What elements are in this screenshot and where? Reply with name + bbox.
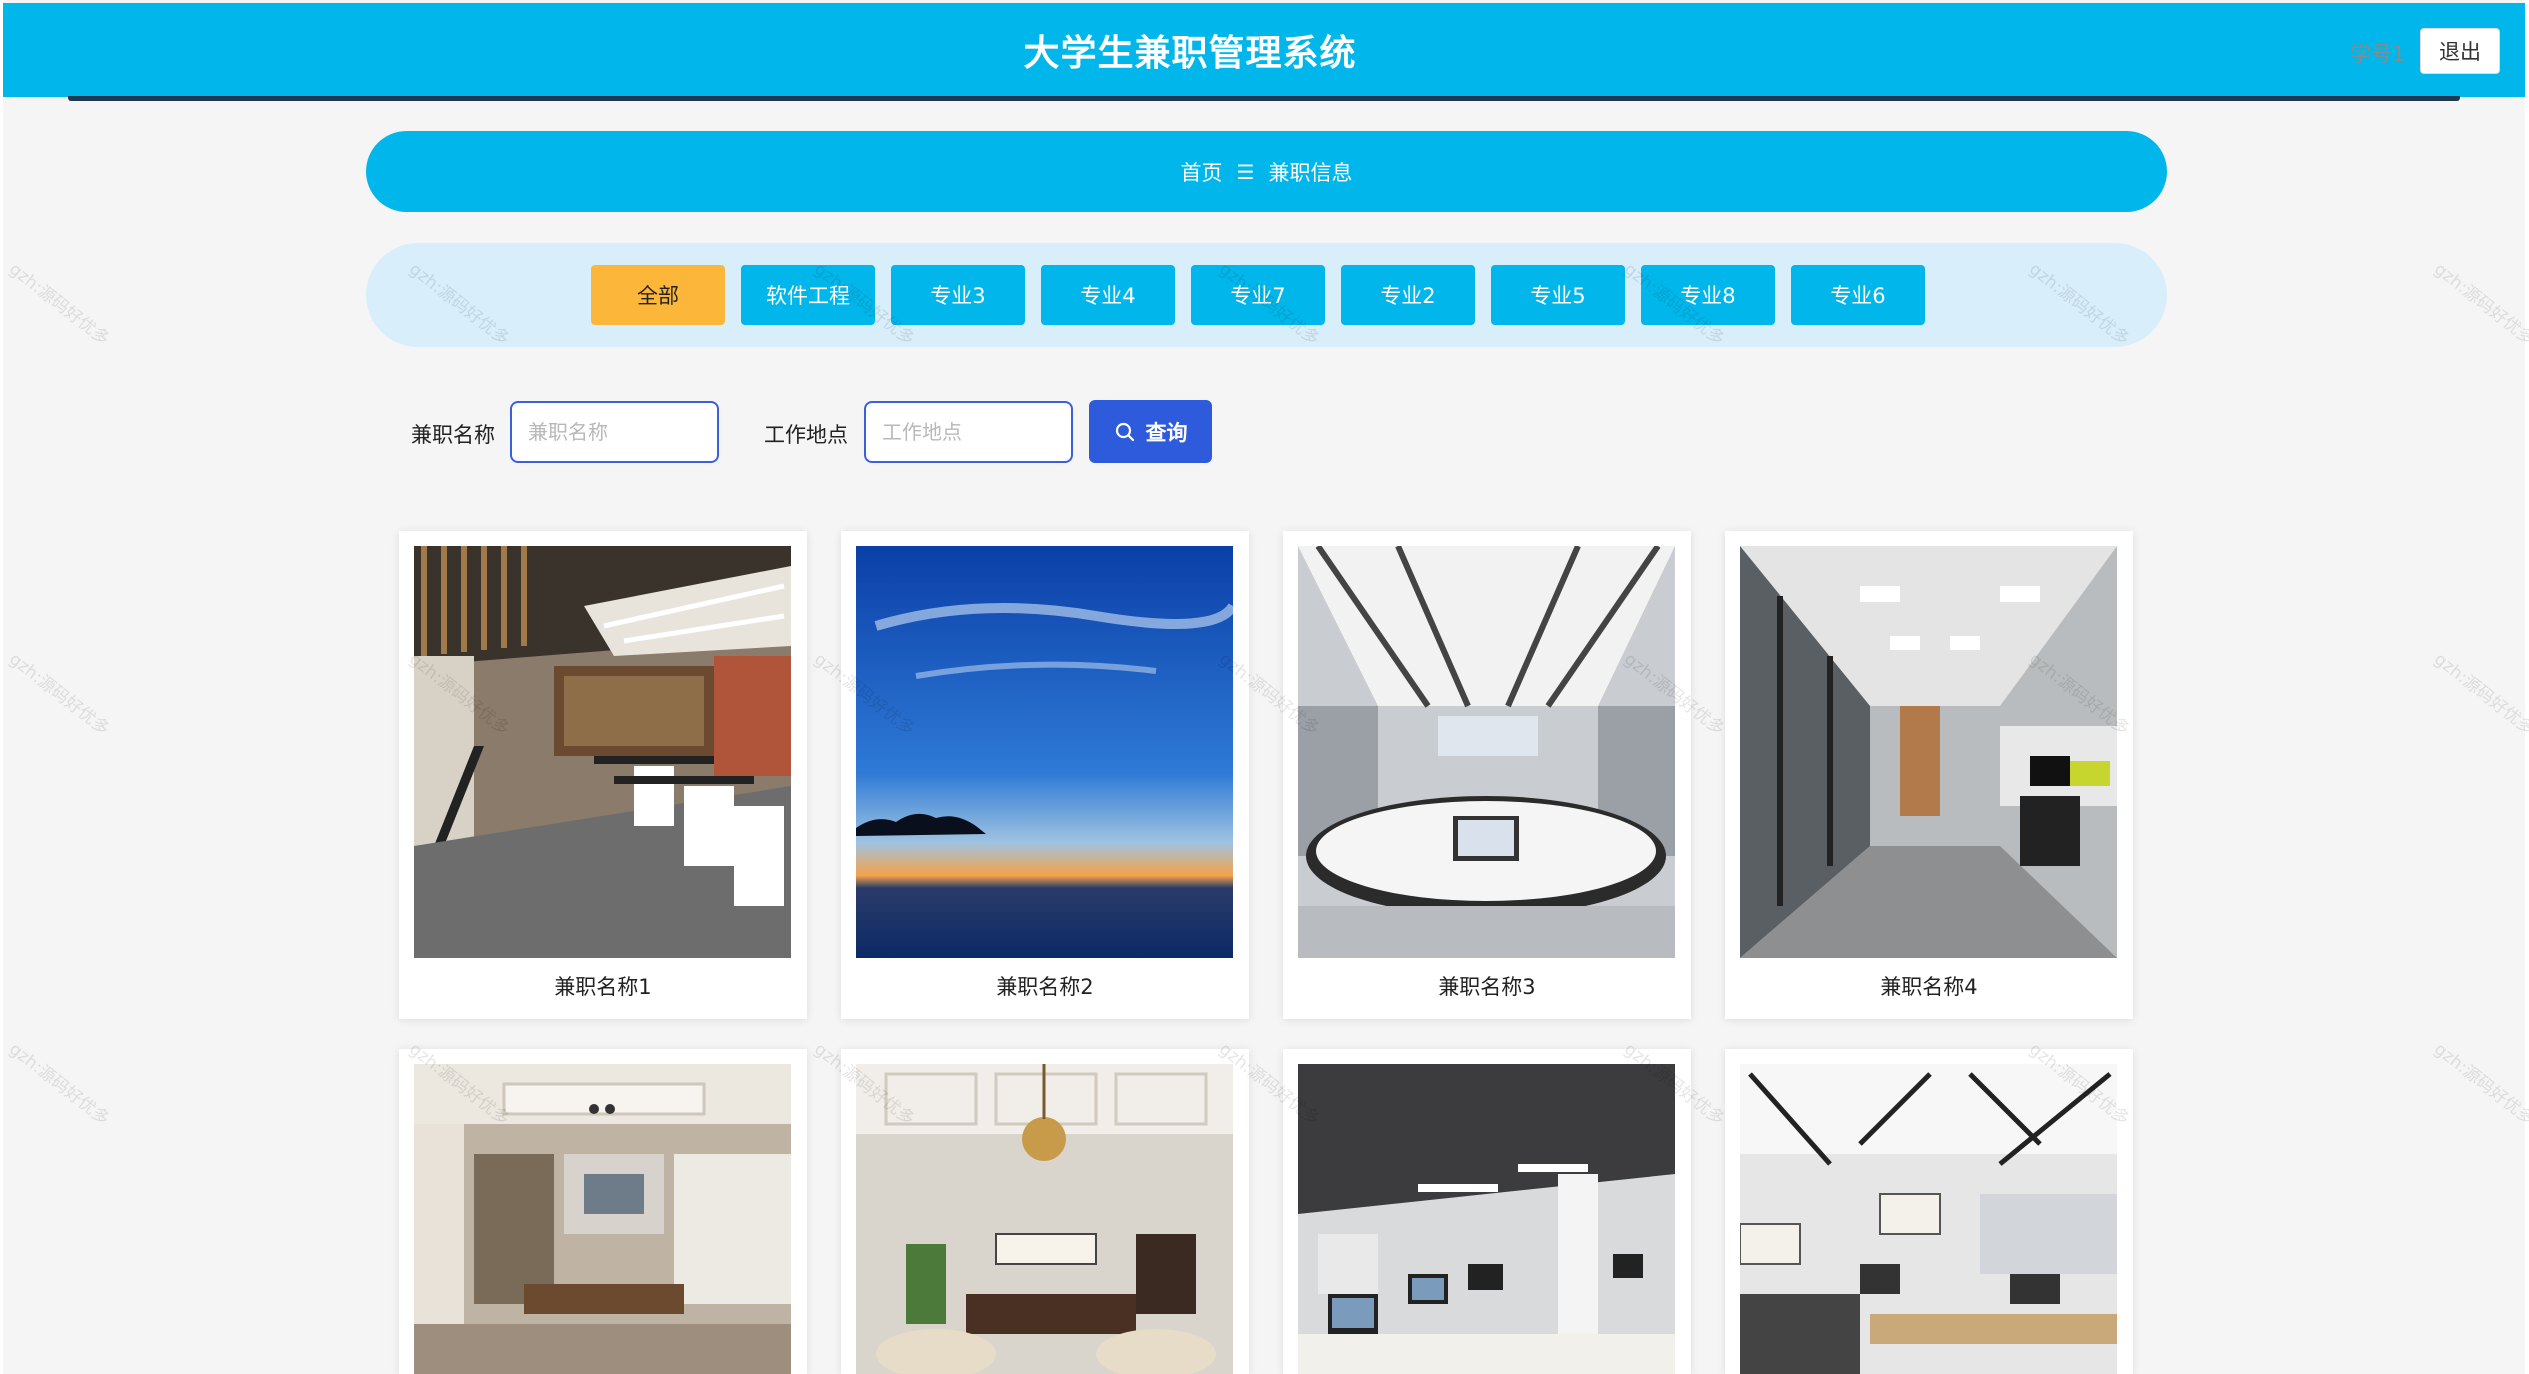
job-card[interactable]: 兼职名称1 [399, 531, 807, 1019]
job-name-input[interactable] [510, 401, 719, 463]
work-location-label: 工作地点 [764, 423, 848, 447]
job-card-title[interactable]: 兼职名称3 [1283, 971, 1691, 1001]
open-office-photo[interactable] [1740, 1064, 2117, 1374]
category-tab-major4[interactable]: 专业4 [1041, 265, 1175, 325]
job-name-label: 兼职名称 [411, 423, 495, 447]
category-tab-all[interactable]: 全部 [591, 265, 725, 325]
classic-office-photo[interactable] [856, 1064, 1233, 1374]
job-card[interactable] [1283, 1049, 1691, 1374]
conference-room-photo[interactable] [1298, 546, 1675, 958]
breadcrumb-current: 兼职信息 [1268, 160, 1353, 185]
category-tab-major7[interactable]: 专业7 [1191, 265, 1325, 325]
menu-separator-icon: ☰ [1236, 159, 1255, 184]
job-card[interactable] [399, 1049, 807, 1374]
job-card[interactable]: 兼职名称2 [841, 531, 1249, 1019]
executive-office-photo[interactable] [414, 1064, 791, 1374]
office-corridor-photo[interactable] [1740, 546, 2117, 958]
query-button[interactable]: 查询 [1089, 400, 1212, 463]
breadcrumb: 首页 ☰ 兼职信息 [366, 131, 2167, 212]
header-divider [68, 96, 2460, 101]
computer-lab-photo[interactable] [1298, 1064, 1675, 1374]
category-tab-major2[interactable]: 专业2 [1341, 265, 1475, 325]
work-location-input[interactable] [864, 401, 1073, 463]
job-card-title[interactable]: 兼职名称2 [841, 971, 1249, 1001]
job-card[interactable] [841, 1049, 1249, 1374]
search-icon [1115, 422, 1134, 441]
job-card[interactable]: 兼职名称3 [1283, 531, 1691, 1019]
user-id-label[interactable]: 学号1 [2350, 38, 2405, 68]
job-card-title[interactable]: 兼职名称1 [399, 971, 807, 1001]
category-tab-major8[interactable]: 专业8 [1641, 265, 1775, 325]
breadcrumb-home-link[interactable]: 首页 [1181, 157, 1223, 187]
category-tab-software-engineering[interactable]: 软件工程 [741, 265, 875, 325]
job-card[interactable]: 兼职名称4 [1725, 531, 2133, 1019]
category-tab-major6[interactable]: 专业6 [1791, 265, 1925, 325]
office-loft-photo[interactable] [414, 546, 791, 958]
category-tab-major5[interactable]: 专业5 [1491, 265, 1625, 325]
category-tab-major3[interactable]: 专业3 [891, 265, 1025, 325]
lake-sunset-photo[interactable] [856, 546, 1233, 958]
job-card-title[interactable]: 兼职名称4 [1725, 971, 2133, 1001]
query-button-label: 查询 [1145, 420, 1188, 445]
job-card[interactable] [1725, 1049, 2133, 1374]
site-title: 大学生兼职管理系统 [1023, 33, 1357, 74]
logout-button[interactable]: 退出 [2420, 28, 2500, 74]
